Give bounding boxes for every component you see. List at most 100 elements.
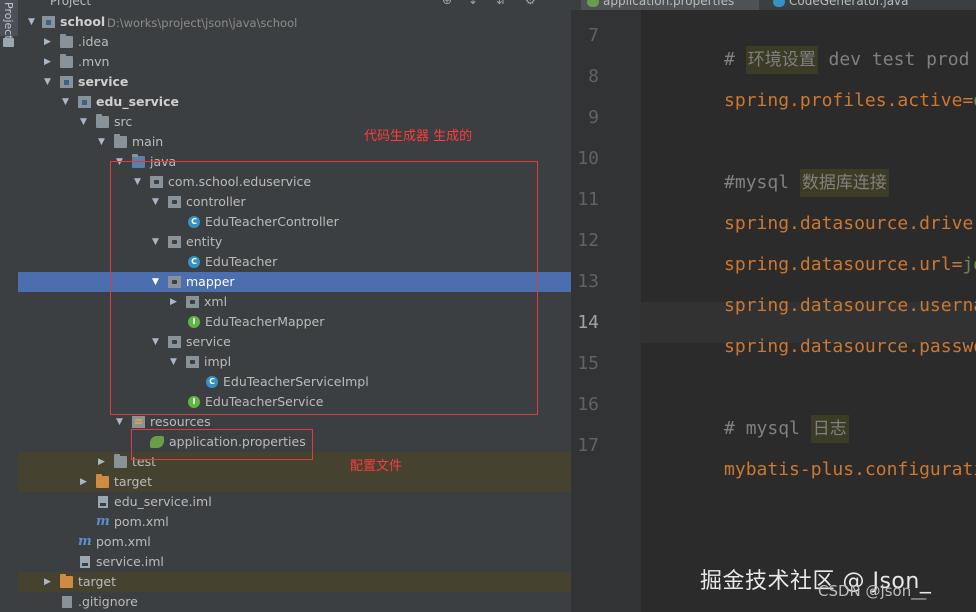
tree-item-label: service.iml	[96, 554, 164, 569]
tree-item-edu-teacher-controller[interactable]: C EduTeacherController	[18, 212, 571, 232]
tab-application-properties[interactable]: application.properties	[581, 0, 759, 10]
line-number: 10	[577, 148, 599, 169]
tree-item-label: pom.xml	[96, 534, 151, 549]
current-line-number: 14	[577, 312, 599, 333]
tree-item-label: .mvn	[78, 54, 110, 69]
tree-item-label: com.school.eduservice	[168, 174, 312, 189]
tree-item-pom-service[interactable]: m pom.xml	[18, 532, 571, 552]
tree-item-service-package[interactable]: ▼ service	[18, 332, 571, 352]
package-icon	[150, 176, 163, 188]
tree-item-label: EduTeacherMapper	[205, 314, 325, 329]
package-icon	[186, 296, 199, 308]
chevron-down-icon[interactable]: ▼	[44, 77, 54, 87]
chevron-right-icon[interactable]: ▶	[44, 57, 54, 67]
chevron-right-icon[interactable]: ▶	[44, 577, 54, 587]
tree-item-target-root[interactable]: ▶ target	[18, 572, 571, 592]
folder-icon	[60, 54, 73, 68]
chevron-down-icon[interactable]: ▼	[134, 177, 144, 187]
project-path: D:\works\project\json\java\school	[107, 16, 298, 30]
expand-all-icon[interactable]: ⇵	[496, 0, 508, 6]
class-icon: C	[206, 376, 218, 388]
chevron-down-icon[interactable]: ▼	[116, 417, 126, 427]
tree-item-edu-teacher[interactable]: C EduTeacher	[18, 252, 571, 272]
tree-item-school[interactable]: ▼ school D:\works\project\json\java\scho…	[18, 12, 571, 32]
chevron-down-icon[interactable]: ▼	[98, 137, 108, 147]
tree-item-package-root[interactable]: ▼ com.school.eduservice	[18, 172, 571, 192]
tree-item-label: service	[78, 74, 129, 89]
tree-item-edu-teacher-service-impl[interactable]: C EduTeacherServiceImpl	[18, 372, 571, 392]
tree-item-label: java	[150, 154, 177, 169]
collapse-all-icon[interactable]: ⇣	[468, 0, 480, 6]
chevron-down-icon[interactable]: ▼	[28, 17, 38, 27]
package-icon	[168, 236, 181, 248]
gitignore-file-icon	[62, 596, 72, 608]
tree-item-application-properties[interactable]: application.properties	[18, 432, 571, 452]
class-icon: C	[188, 216, 200, 228]
module-file-icon	[98, 496, 108, 508]
tree-item-idea[interactable]: ▶ .idea	[18, 32, 571, 52]
folder-icon	[114, 454, 127, 468]
tree-item-pom-edu[interactable]: m pom.xml	[18, 512, 571, 532]
code-line-17[interactable]: mybatis-plus.configuration	[659, 434, 976, 506]
tree-item-entity[interactable]: ▼ entity	[18, 232, 571, 252]
folder-icon	[60, 34, 73, 48]
tree-item-impl[interactable]: ▼ impl	[18, 352, 571, 372]
chevron-down-icon[interactable]: ▼	[170, 357, 180, 367]
tree-item-java[interactable]: ▼ java	[18, 152, 571, 172]
code-line-14[interactable]: spring.datasource.password=	[659, 311, 976, 383]
tree-item-xml[interactable]: ▶ xml	[18, 292, 571, 312]
class-icon	[773, 0, 785, 7]
tree-item-service-module[interactable]: ▼ service	[18, 72, 571, 92]
tree-item-controller[interactable]: ▼ controller	[18, 192, 571, 212]
tree-item-main[interactable]: ▼ main	[18, 132, 571, 152]
chevron-down-icon[interactable]: ▼	[152, 277, 162, 287]
chevron-down-icon[interactable]: ▼	[80, 117, 90, 127]
chevron-right-icon[interactable]: ▶	[170, 297, 180, 307]
chevron-down-icon[interactable]: ▼	[62, 97, 72, 107]
source-folder-icon	[132, 154, 145, 168]
tree-item-edu-teacher-service[interactable]: I EduTeacherService	[18, 392, 571, 412]
tree-item-edu-service-iml[interactable]: edu_service.iml	[18, 492, 571, 512]
tree-item-src[interactable]: ▼ src	[18, 112, 571, 132]
project-panel-title[interactable]: Project	[50, 0, 91, 8]
chevron-right-icon[interactable]: ▶	[98, 457, 108, 467]
tree-item-mvn[interactable]: ▶ .mvn	[18, 52, 571, 72]
tree-item-edu-service[interactable]: ▼ edu_service	[18, 92, 571, 112]
target-icon[interactable]: ⊕	[442, 0, 454, 6]
generator-note: 代码生成器 生成的	[364, 129, 473, 144]
maven-icon: m	[78, 534, 92, 549]
tree-item-edu-teacher-mapper[interactable]: I EduTeacherMapper	[18, 312, 571, 332]
ide-window: Project Project ⊕ ⇣ ⇵ ⚙ ▼ school D:\work…	[0, 0, 976, 612]
tree-item-mapper[interactable]: ▼ mapper	[18, 272, 571, 292]
resources-folder-icon	[132, 416, 145, 428]
tree-item-gitignore[interactable]: .gitignore	[18, 592, 571, 612]
tree-item-resources[interactable]: ▼ resources	[18, 412, 571, 432]
chevron-right-icon[interactable]: ▶	[44, 37, 54, 47]
package-icon	[168, 276, 181, 288]
tree-item-target-edu[interactable]: ▶ target	[18, 472, 571, 492]
line-number: 7	[588, 25, 599, 46]
project-tool-tab[interactable]: Project	[0, 0, 18, 40]
tree-item-test[interactable]: ▶ test	[18, 452, 571, 472]
line-number: 13	[577, 271, 599, 292]
chevron-right-icon[interactable]: ▶	[80, 477, 90, 487]
chevron-down-icon[interactable]: ▼	[152, 197, 162, 207]
tree-item-service-iml[interactable]: service.iml	[18, 552, 571, 572]
interface-icon: I	[188, 316, 200, 328]
property-key: spring.datasource.password	[724, 336, 976, 357]
watermark-sub: CSDN @json__	[818, 582, 927, 600]
tree-item-label: school	[60, 14, 106, 29]
folder-icon	[96, 114, 109, 128]
code-line-8[interactable]: spring.profiles.active=dev	[659, 65, 976, 137]
module-folder-icon	[42, 16, 55, 28]
project-tool-tab-label: Project	[2, 2, 15, 40]
tab-code-generator[interactable]: CodeGenerator.java	[767, 0, 937, 10]
chevron-down-icon[interactable]: ▼	[116, 157, 126, 167]
package-icon	[168, 336, 181, 348]
tree-item-label: service	[186, 334, 231, 349]
left-tool-strip: Project	[0, 0, 19, 612]
folder-icon[interactable]	[3, 38, 14, 47]
chevron-down-icon[interactable]: ▼	[152, 237, 162, 247]
gear-icon[interactable]: ⚙	[525, 0, 537, 6]
chevron-down-icon[interactable]: ▼	[152, 337, 162, 347]
